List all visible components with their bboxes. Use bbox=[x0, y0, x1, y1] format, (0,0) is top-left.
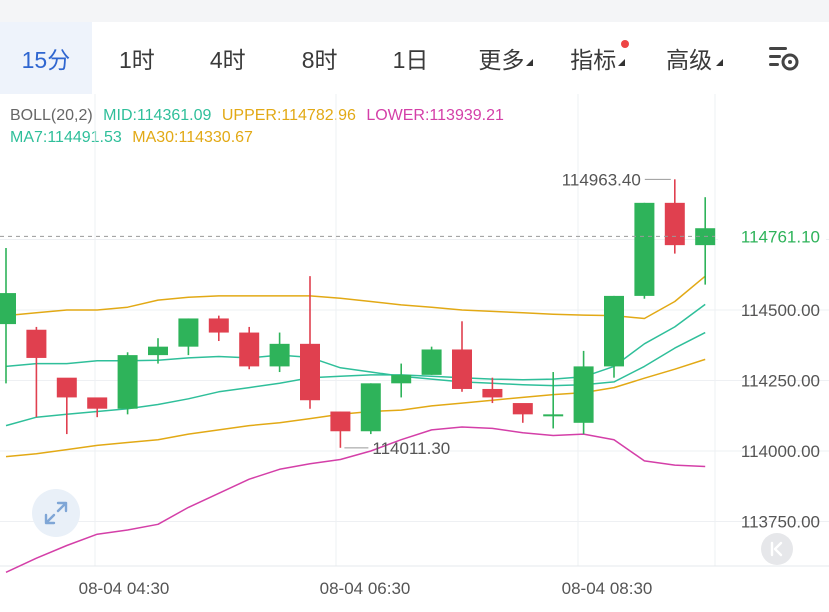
candle-body bbox=[87, 397, 108, 409]
candle bbox=[330, 411, 351, 448]
y-tick-label: 114500.00 bbox=[741, 301, 820, 320]
candle bbox=[360, 383, 381, 435]
series-line-ma7 bbox=[5, 303, 706, 427]
candle-body bbox=[239, 332, 260, 367]
y-tick-label: 114000.00 bbox=[741, 442, 820, 461]
candle bbox=[664, 179, 685, 254]
candle-body bbox=[178, 318, 199, 347]
candle-body bbox=[269, 343, 290, 367]
tab-more[interactable]: 更多 bbox=[455, 22, 547, 94]
candle-body bbox=[512, 403, 533, 415]
series-line-upper bbox=[5, 275, 706, 320]
candle-body bbox=[0, 293, 16, 325]
series-line-lower bbox=[5, 426, 706, 573]
tab-label: 4时 bbox=[209, 47, 246, 73]
candle bbox=[452, 321, 472, 392]
candle bbox=[634, 202, 655, 299]
x-tick-label: 08-04 04:30 bbox=[79, 579, 170, 598]
tab-label: 1日 bbox=[392, 47, 429, 73]
dropdown-corner-icon bbox=[526, 59, 534, 66]
candle bbox=[26, 326, 47, 418]
tab-8h[interactable]: 8时 bbox=[274, 22, 366, 94]
candle-body bbox=[26, 329, 47, 358]
tab-15min[interactable]: 15分 bbox=[0, 22, 92, 94]
candle-body bbox=[634, 202, 655, 296]
candle-body bbox=[452, 349, 472, 389]
candle bbox=[0, 247, 16, 384]
tab-label: 1时 bbox=[118, 47, 155, 73]
candle-body bbox=[330, 411, 351, 432]
tab-1d[interactable]: 1日 bbox=[366, 22, 456, 94]
y-tick-label: 113750.00 bbox=[741, 513, 820, 532]
candle bbox=[391, 363, 412, 398]
candle bbox=[695, 197, 716, 285]
candle-body bbox=[391, 374, 412, 384]
chart-settings-button[interactable] bbox=[739, 22, 829, 94]
x-tick-label: 08-04 08:30 bbox=[562, 579, 653, 598]
tab-label: 15分 bbox=[21, 47, 71, 73]
candle bbox=[178, 318, 199, 356]
candle-body bbox=[482, 388, 503, 398]
candle-body bbox=[117, 355, 138, 409]
tab-1h[interactable]: 1时 bbox=[92, 22, 182, 94]
scroll-to-latest-icon bbox=[770, 541, 783, 557]
candle-body bbox=[573, 366, 594, 423]
candle bbox=[208, 315, 229, 342]
tab-4h[interactable]: 4时 bbox=[182, 22, 274, 94]
candle bbox=[269, 332, 290, 373]
candle-body bbox=[208, 318, 229, 333]
candle bbox=[512, 403, 533, 423]
candle-body bbox=[56, 377, 77, 398]
candle-body bbox=[360, 383, 381, 432]
expand-chart-button[interactable] bbox=[32, 489, 80, 537]
candle bbox=[421, 346, 442, 375]
last-price-label: 114761.10 bbox=[741, 227, 820, 246]
candle-body bbox=[543, 414, 564, 417]
scroll-to-latest-button[interactable] bbox=[761, 533, 793, 565]
candle-body bbox=[148, 346, 168, 356]
timeframe-tabs: 15分 1时 4时 8时 1日 更多 指标 高级 bbox=[0, 22, 829, 94]
candle-body bbox=[664, 202, 685, 246]
series-line-ma30 bbox=[5, 358, 706, 458]
tab-label: 8时 bbox=[301, 47, 338, 73]
tab-advanced[interactable]: 高级 bbox=[639, 22, 739, 94]
notification-dot-icon bbox=[621, 40, 630, 48]
x-tick-label: 08-04 06:30 bbox=[320, 579, 411, 598]
dropdown-corner-icon bbox=[618, 59, 626, 66]
candle bbox=[573, 350, 594, 435]
y-tick-label: 114250.00 bbox=[741, 372, 820, 391]
tab-label: 指标 bbox=[570, 47, 617, 73]
candle-body bbox=[421, 349, 442, 375]
max-price-label: 114963.40 bbox=[562, 170, 641, 189]
candle bbox=[87, 397, 108, 418]
candle-body bbox=[300, 343, 320, 401]
series-line-mid bbox=[5, 331, 706, 387]
tab-label: 高级 bbox=[666, 47, 713, 73]
tab-indicators[interactable]: 指标 bbox=[547, 22, 639, 94]
min-price-label: 114011.30 bbox=[372, 439, 450, 458]
candle bbox=[56, 377, 77, 435]
chart-settings-icon bbox=[769, 47, 799, 71]
candle bbox=[117, 352, 138, 415]
candle bbox=[604, 295, 624, 378]
candle-body bbox=[604, 295, 624, 367]
candle bbox=[239, 326, 260, 370]
top-strip bbox=[0, 0, 829, 22]
candlestick-chart[interactable]: 114761.10 114963.40 114011.30 114500.00 1142… bbox=[0, 94, 829, 612]
dropdown-corner-icon bbox=[716, 59, 724, 66]
tab-label: 更多 bbox=[478, 47, 525, 73]
expand-icon bbox=[44, 501, 68, 525]
